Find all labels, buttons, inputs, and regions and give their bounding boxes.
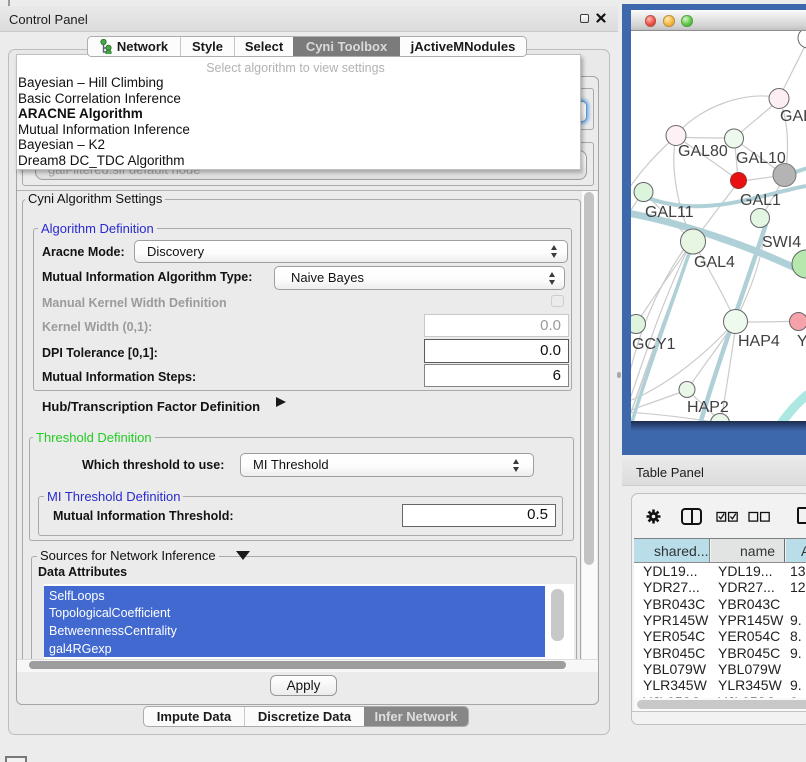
svg-text:GAL10: GAL10 (736, 150, 786, 167)
svg-text:HAP2: HAP2 (687, 399, 729, 416)
svg-text:GAL11: GAL11 (645, 204, 694, 221)
svg-text:GAL80: GAL80 (678, 143, 728, 160)
svg-text:SWI4: SWI4 (762, 234, 801, 251)
svg-text:Y: Y (797, 333, 806, 350)
svg-text:GAL4: GAL4 (694, 254, 735, 271)
svg-text:GAL1: GAL1 (740, 192, 781, 209)
svg-text:GAL7: GAL7 (780, 108, 806, 125)
svg-text:HAP4: HAP4 (738, 333, 780, 350)
svg-text:GCY1: GCY1 (632, 336, 676, 353)
